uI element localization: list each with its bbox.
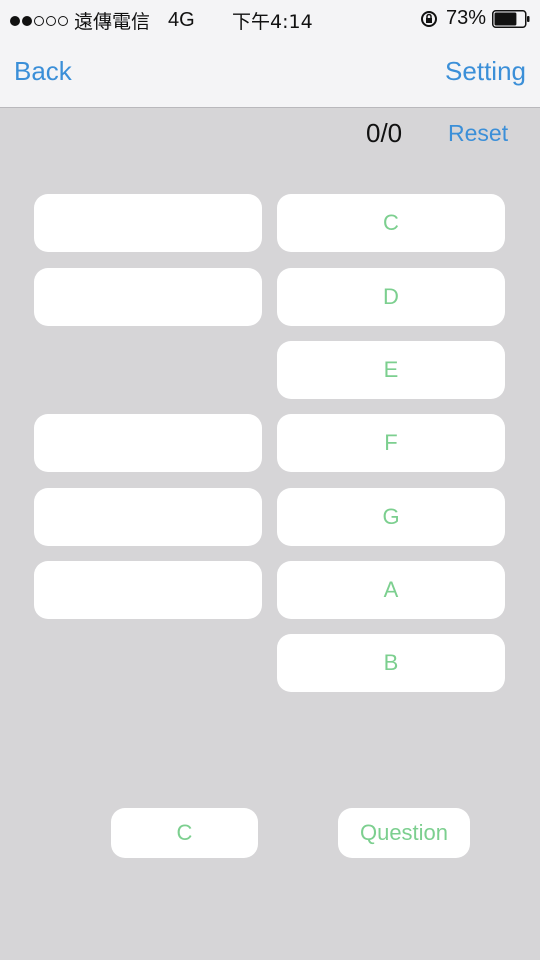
network-type: 4G [168, 9, 195, 31]
signal-dot [46, 15, 56, 26]
note-button-g[interactable]: G [277, 488, 505, 546]
note-button-d[interactable]: D [277, 268, 505, 326]
battery-percent: 73% [445, 7, 486, 29]
status-left: 遠傳電信 4G [10, 7, 195, 34]
navigation-bar: Back Setting [0, 40, 540, 108]
setting-button[interactable]: Setting [445, 56, 526, 87]
rotation-lock-icon [420, 10, 437, 27]
answer-slot [34, 488, 262, 546]
signal-dot [34, 15, 44, 26]
status-bar: 遠傳電信 4G 下午4:14 73% [0, 0, 540, 40]
note-button-b[interactable]: B [277, 634, 505, 692]
reset-button[interactable]: Reset [448, 120, 508, 147]
question-button[interactable]: Question [338, 808, 470, 858]
signal-dot [22, 15, 32, 26]
note-button-c[interactable]: C [277, 194, 505, 252]
signal-dot [58, 15, 68, 26]
status-time: 下午4:14 [232, 11, 313, 33]
note-button-a[interactable]: A [277, 561, 505, 619]
back-button[interactable]: Back [14, 56, 72, 87]
answer-slot [34, 561, 262, 619]
note-button-e[interactable]: E [277, 341, 505, 399]
carrier-name: 遠傳電信 [74, 11, 151, 33]
play-note-button[interactable]: C [111, 808, 258, 858]
signal-strength-icon [10, 15, 68, 26]
note-button-f[interactable]: F [277, 414, 505, 472]
status-right: 73% [420, 7, 530, 30]
battery-icon [492, 9, 530, 28]
answer-slot [34, 194, 262, 252]
signal-dot [10, 15, 20, 26]
answer-slot [34, 414, 262, 472]
answer-slot [34, 268, 262, 326]
score-counter: 0/0 [366, 118, 403, 148]
